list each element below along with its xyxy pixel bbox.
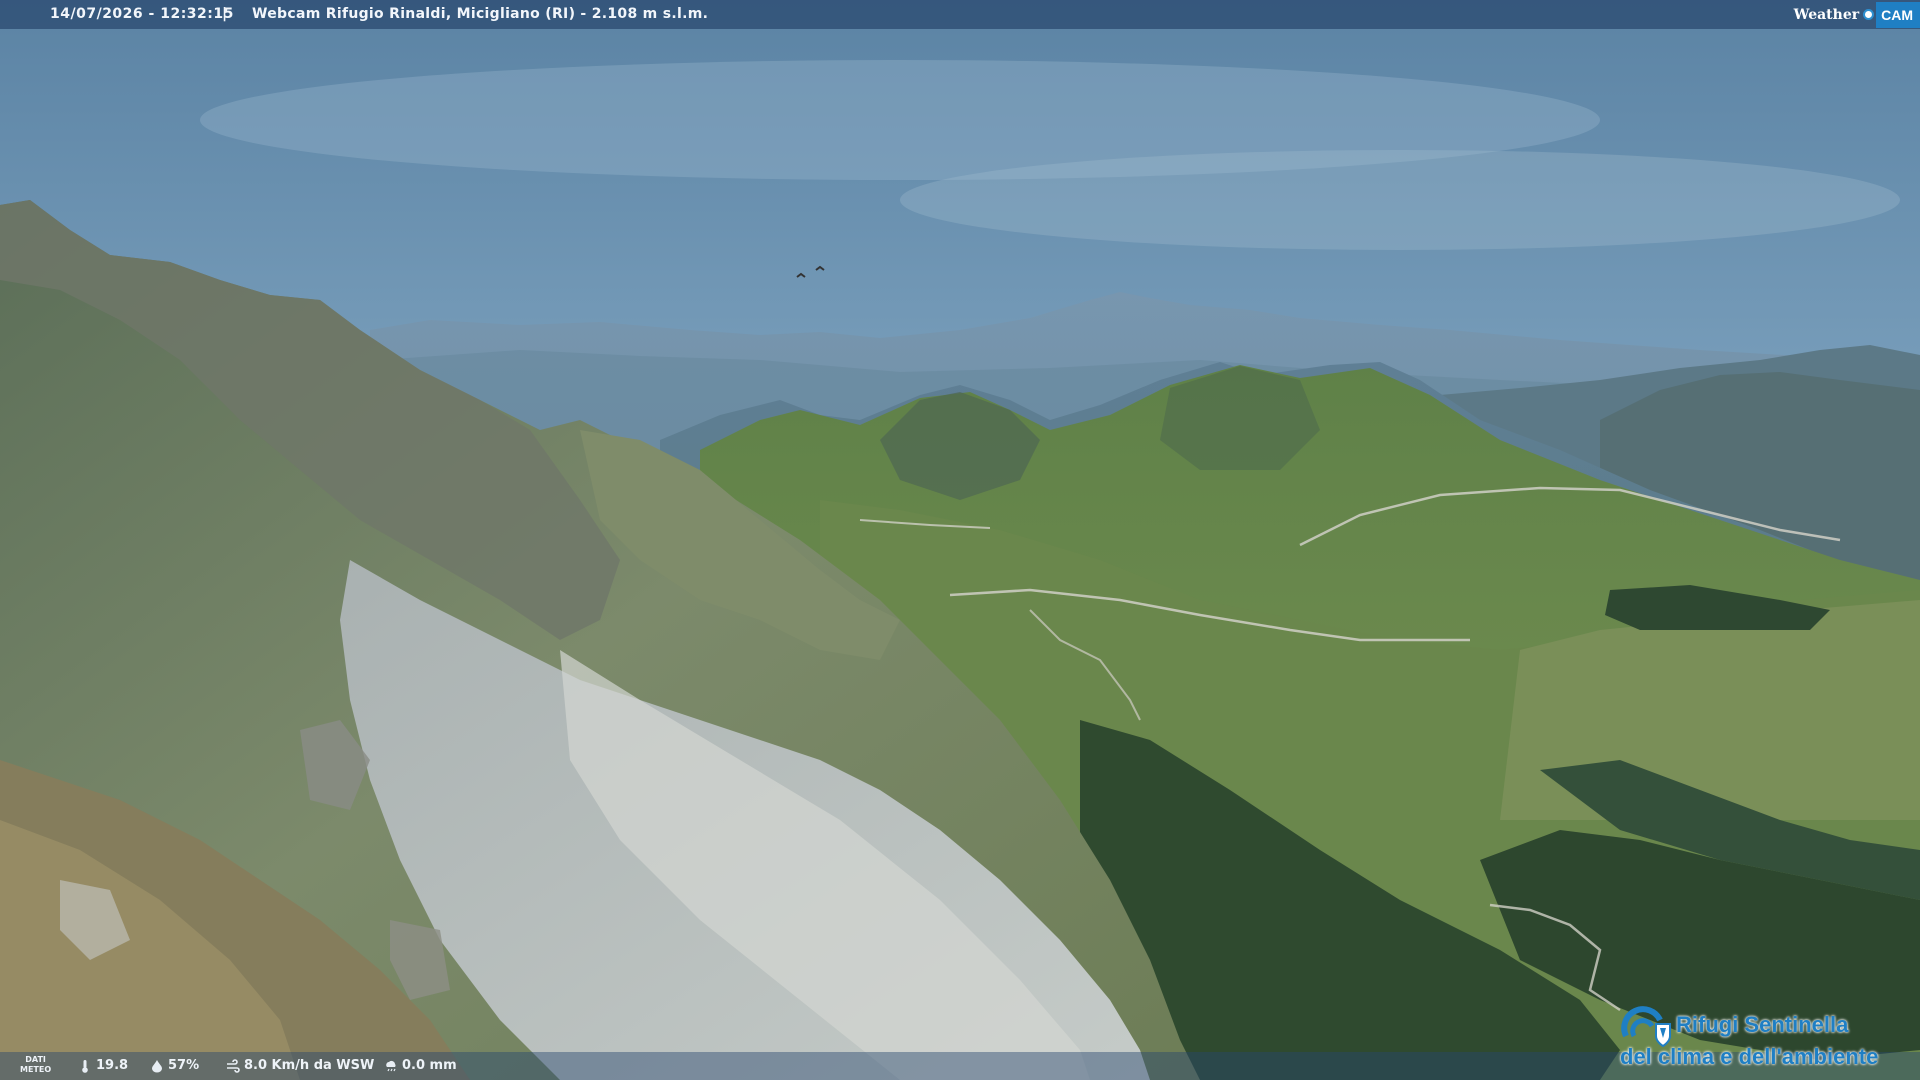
webcam-frame: 14/07/2026 - 12:32:15 | Webcam Rifugio R… bbox=[0, 0, 1920, 1080]
weathercam-logo-dot-icon bbox=[1863, 9, 1875, 20]
weathercam-logo-weather-text: Weather bbox=[1793, 6, 1860, 23]
temperature-value: 19.8 bbox=[96, 1058, 129, 1073]
mountain-landscape-image bbox=[0, 0, 1920, 1080]
meteo-label-line1: DATI bbox=[25, 1055, 46, 1064]
meteo-label-line2: METEO bbox=[20, 1065, 52, 1074]
webcam-header-bar: 14/07/2026 - 12:32:15 | Webcam Rifugio R… bbox=[0, 0, 1920, 29]
humidity-drop-icon bbox=[152, 1059, 162, 1072]
meteo-label: DATI METEO bbox=[20, 1055, 51, 1075]
weathercam-logo: Weather CAM bbox=[1786, 0, 1920, 29]
wind-icon bbox=[227, 1058, 240, 1073]
rifugi-sentinella-emblem-icon bbox=[1621, 1006, 1671, 1048]
rain-cloud-icon bbox=[386, 1060, 396, 1071]
humidity-reading: 57% bbox=[150, 1058, 199, 1073]
sponsor-line2: del clima e dell'ambiente bbox=[1620, 1044, 1879, 1069]
rain-value: 0.0 mm bbox=[402, 1058, 457, 1073]
temperature-reading: 19.8 bbox=[78, 1058, 128, 1073]
wind-reading: 8.0 Km/h da WSW bbox=[226, 1058, 374, 1073]
weathercam-logo-cam-text: CAM bbox=[1876, 1, 1920, 28]
rifugi-sentinella-logo: Rifugi Sentinella del clima e dell'ambie… bbox=[1620, 1000, 1910, 1076]
wind-value: 8.0 Km/h da WSW bbox=[244, 1058, 375, 1073]
thermometer-icon bbox=[82, 1059, 88, 1073]
humidity-value: 57% bbox=[168, 1058, 200, 1073]
sponsor-line1: Rifugi Sentinella bbox=[1676, 1012, 1849, 1037]
rain-reading: 0.0 mm bbox=[384, 1058, 457, 1073]
header-separator: | bbox=[222, 6, 228, 22]
timestamp: 14/07/2026 - 12:32:15 bbox=[50, 6, 234, 22]
webcam-title: Webcam Rifugio Rinaldi, Micigliano (RI) … bbox=[252, 6, 709, 22]
